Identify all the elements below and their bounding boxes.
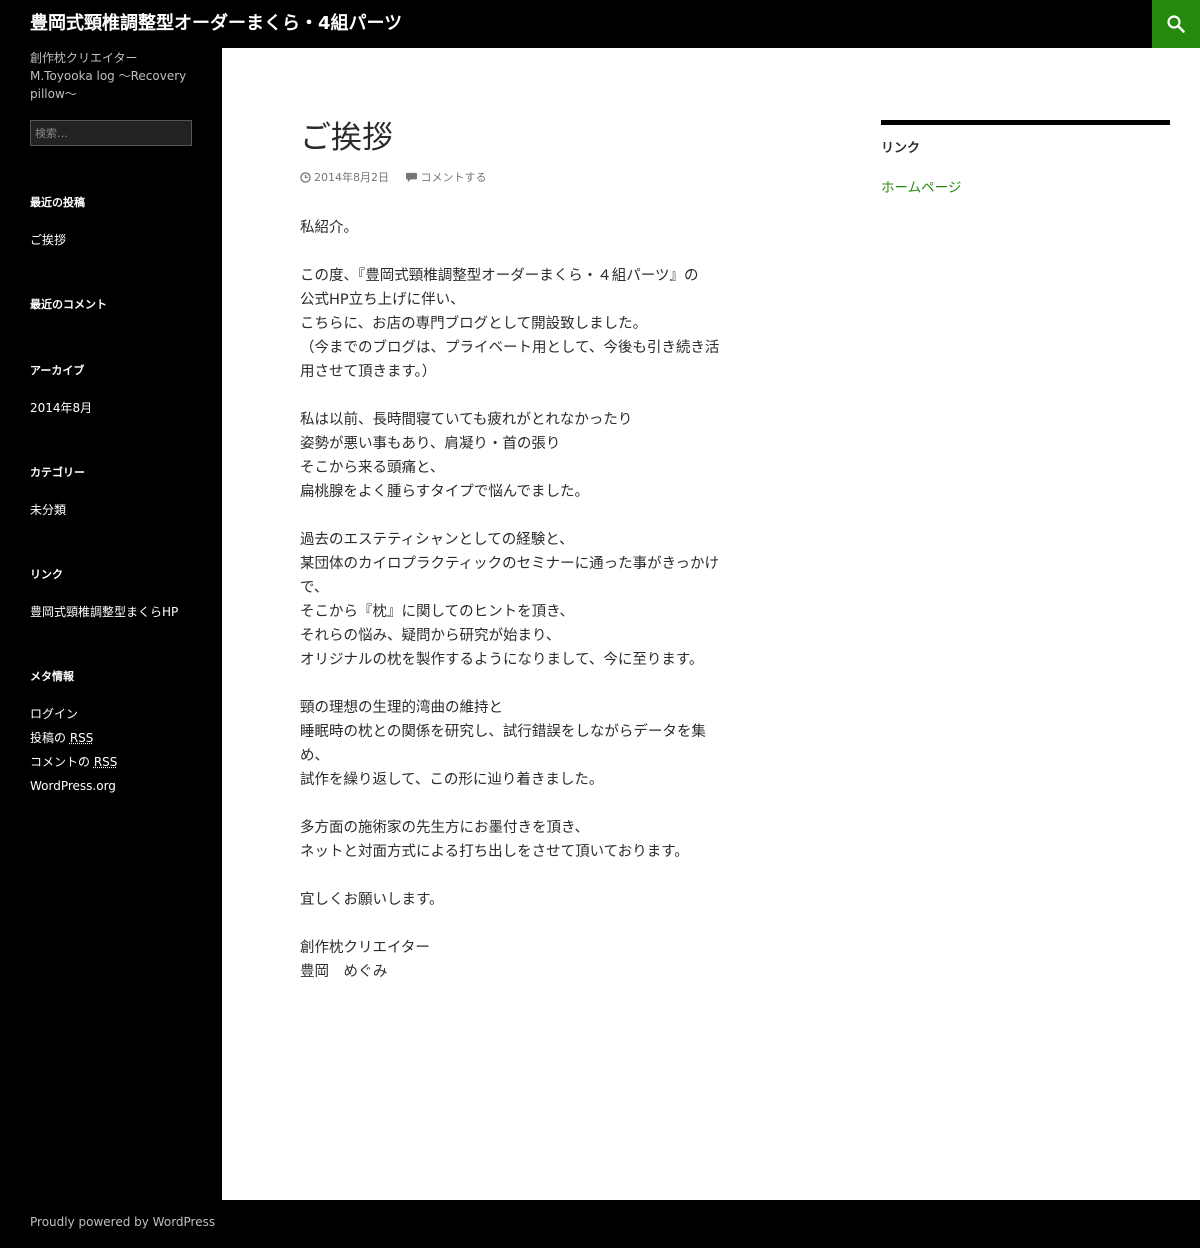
search-toggle-button[interactable] [1152,0,1200,48]
comment-icon [405,172,417,183]
post-paragraph: 多方面の施術家の先生方にお墨付きを頂き、ネットと対面方式による打ち出しをさせて頂… [300,816,774,864]
post-paragraph: 過去のエステティシャンとしての経験と、某団体のカイロプラクティックのセミナーに通… [300,528,774,672]
post-line: 公式HP立ち上げに伴い、 [300,292,465,308]
widget-meta: メタ情報 ログイン 投稿の RSS コメントの RSS WordPress.or… [30,670,200,798]
site-footer: Proudly powered by WordPress [0,1200,1200,1248]
wordpress-org-link[interactable]: WordPress.org [30,779,116,793]
post-title: ご挨拶 [300,120,393,156]
post-paragraph: 宜しくお願いします。 [300,888,774,912]
comment-link[interactable]: コメントする [405,170,487,186]
post-line: 創作枕クリエイター [300,940,430,956]
recent-post-link[interactable]: ご挨拶 [30,233,66,247]
search-input[interactable] [30,120,192,146]
posts-rss-label: 投稿の [30,731,70,745]
post-line: 私は以前、長時間寝ていても疲れがとれなかったり [300,412,633,428]
widget-recent-posts: 最近の投稿 ご挨拶 [30,196,200,252]
post-line: そこから来る頭痛と、 [300,460,445,476]
post-line: め、 [300,748,329,764]
post-line: 某団体のカイロプラクティックのセミナーに通った事がきっかけ [300,556,720,572]
login-link[interactable]: ログイン [30,707,78,721]
post-date: 2014年8月2日 [314,171,389,184]
footer-credit-link[interactable]: Proudly powered by WordPress [30,1215,215,1229]
comments-rss-item[interactable]: コメントの RSS [30,750,200,774]
post-paragraph: この度、『豊岡式頸椎調整型オーダーまくら・４組パーツ』の 公式HP立ち上げに伴い、… [300,264,774,384]
comments-rss-label: コメントの [30,755,94,769]
post-line: この度、『豊岡式頸椎調整型オーダーまくら・４組パーツ』の [300,268,699,284]
post-content: 私紹介。この度、『豊岡式頸椎調整型オーダーまくら・４組パーツ』の 公式HP立ち上げ… [300,216,774,984]
post-line: こちらに、お店の専門ブログとして開設致しました。 [300,316,648,332]
post-line: 多方面の施術家の先生方にお墨付きを頂き、 [300,820,589,836]
post-line: 宜しくお願いします。 [300,892,444,908]
archive-link[interactable]: 2014年8月 [30,401,92,415]
site-header: 豊岡式頸椎調整型オーダーまくら・4組パーツ [0,0,1200,48]
comment-link-label: コメントする [420,171,487,184]
post-article: ご挨拶 2014年8月2日 コメントする 私紹介。この度、『豊岡式頸椎調整型オー… [300,118,774,1008]
post-line: それらの悩み、疑問から研究が始まり、 [300,628,561,644]
post-line: 睡眠時の枕との関係を研究し、試行錯誤をしながらデータを集 [300,724,706,740]
post-line: ネットと対面方式による打ち出しをさせて頂いております。 [300,844,689,860]
post-date-link[interactable]: 2014年8月2日 [300,170,389,186]
search-icon [1167,15,1185,33]
widget-title-categories: カテゴリー [30,466,85,479]
content-area: ご挨拶 2014年8月2日 コメントする 私紹介。この度、『豊岡式頸椎調整型オー… [222,48,1200,1200]
post-line: そこから『枕』に関してのヒントを頂き、 [300,604,575,620]
posts-rss-abbr: RSS [69,731,94,745]
post-meta: 2014年8月2日 コメントする [300,170,774,186]
widget-title-recent-posts: 最近の投稿 [30,196,85,209]
post-paragraph: 私は以前、長時間寝ていても疲れがとれなかったり 姿勢が悪い事もあり、肩凝り・首の張… [300,408,774,504]
site-description-line1: 創作枕クリエイター [30,51,138,65]
widget-links: リンク 豊岡式頸椎調整型まくらHP [30,568,200,624]
widget-title-meta: メタ情報 [30,670,74,683]
post-line: 過去のエステティシャンとしての経験と、 [300,532,574,548]
site-description-line2: M.Toyooka log 〜Recovery pillow〜 [30,69,187,101]
post-line: 頸の理想の生理的湾曲の維持と [300,700,503,716]
widget-categories: カテゴリー 未分類 [30,466,200,522]
clock-icon [300,172,311,183]
widget-title-archives: アーカイブ [30,364,85,377]
blogroll-link[interactable]: 豊岡式頸椎調整型まくらHP [30,605,178,619]
site-description: 創作枕クリエイター M.Toyooka log 〜Recovery pillow… [30,49,195,103]
post-line: 姿勢が悪い事もあり、肩凝り・首の張り [300,436,561,452]
widget-recent-comments: 最近のコメント [30,298,200,330]
post-paragraph: 創作枕クリエイター 豊岡 めぐみ [300,936,774,984]
post-line: 試作を繰り返して、この形に辿り着きました。 [300,772,604,788]
post-line: 私紹介。 [300,220,358,236]
post-paragraph: 私紹介。 [300,216,774,240]
comments-rss-abbr: RSS [93,755,118,769]
post-line: オリジナルの枕を製作するようになりまして、今に至ります。 [300,652,704,668]
right-widget-title: リンク [881,141,921,156]
site-title-link[interactable]: 豊岡式頸椎調整型オーダーまくら・4組パーツ [30,0,402,48]
category-link[interactable]: 未分類 [30,503,66,517]
right-widget-links: リンク ホームページ [881,120,1170,199]
post-line: 豊岡 めぐみ [300,964,388,980]
posts-rss-item[interactable]: 投稿の RSS [30,726,200,750]
widget-archives: アーカイブ 2014年8月 [30,364,200,420]
post-line: 用させて頂きます。） [300,364,437,380]
homepage-link[interactable]: ホームページ [881,177,1170,199]
widget-title-links: リンク [30,568,63,581]
post-paragraph: 頸の理想の生理的湾曲の維持と睡眠時の枕との関係を研究し、試行錯誤をしながらデータ… [300,696,774,792]
post-line: （今までのブログは、プライベート用として、今後も引き続き活 [300,340,720,356]
widget-title-recent-comments: 最近のコメント [30,298,107,311]
left-sidebar: 創作枕クリエイター M.Toyooka log 〜Recovery pillow… [0,48,222,1200]
post-line: 扁桃腺をよく腫らすタイプで悩んでました。 [300,484,589,500]
post-line: で、 [300,580,329,596]
